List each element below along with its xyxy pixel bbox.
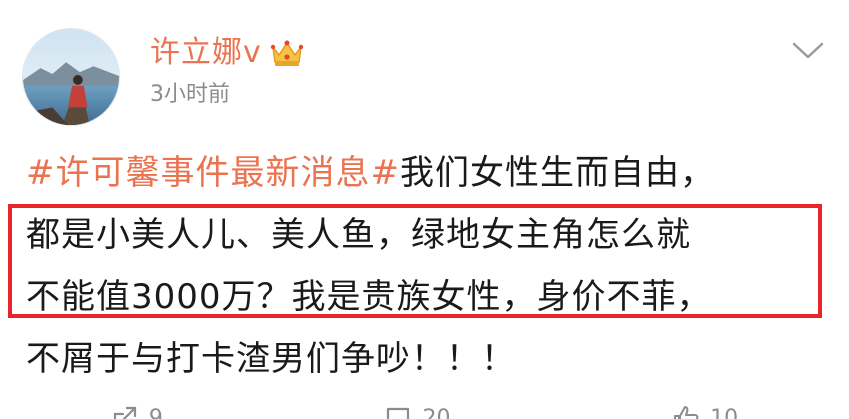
comment-count: 20 bbox=[422, 405, 451, 419]
weibo-post-card: 许立娜v 3小时前 #许可馨事件最新消息#我们女性生而自由， 都是小美人儿、美人… bbox=[0, 0, 849, 419]
share-action[interactable]: 9 bbox=[111, 404, 163, 419]
action-bar: 9 20 10 bbox=[0, 404, 849, 419]
post-body: #许可馨事件最新消息#我们女性生而自由， 都是小美人儿、美人鱼，绿地女主角怎么就… bbox=[26, 142, 826, 390]
hashtag-link[interactable]: #许可馨事件最新消息# bbox=[26, 153, 400, 193]
post-line-1: #许可馨事件最新消息#我们女性生而自由， bbox=[26, 142, 826, 204]
comment-action[interactable]: 20 bbox=[384, 404, 450, 419]
post-line-1-text: 我们女性生而自由， bbox=[399, 153, 715, 193]
share-count: 9 bbox=[148, 405, 163, 419]
like-count: 10 bbox=[710, 405, 739, 419]
avatar-photo bbox=[23, 29, 119, 125]
avatar[interactable] bbox=[22, 28, 120, 126]
crown-icon bbox=[270, 40, 303, 66]
comment-icon bbox=[387, 407, 410, 419]
author-name[interactable]: 许立娜v bbox=[150, 38, 262, 68]
author-row: 许立娜v bbox=[150, 28, 304, 78]
chevron-down-icon[interactable] bbox=[791, 40, 825, 62]
post-timestamp: 3小时前 bbox=[150, 82, 230, 107]
post-line-3: 不能值3000万？我是贵族女性，身价不菲， bbox=[26, 277, 712, 317]
share-icon bbox=[113, 406, 136, 419]
post-line-2: 都是小美人儿、美人鱼，绿地女主角怎么就 bbox=[26, 215, 691, 255]
post-line-4: 不屑于与打卡渣男们争吵！！！ bbox=[26, 339, 516, 379]
like-icon bbox=[674, 406, 699, 419]
like-action[interactable]: 10 bbox=[672, 404, 738, 419]
